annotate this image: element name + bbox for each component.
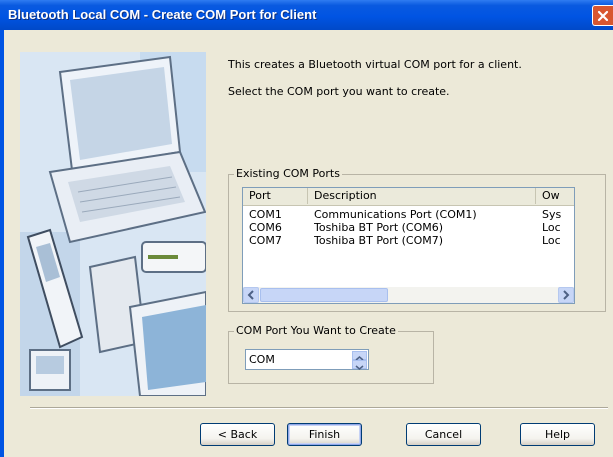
description-cell: Communications Port (COM1) bbox=[314, 208, 477, 221]
close-icon bbox=[597, 10, 609, 22]
description-cell: Toshiba BT Port (COM6) bbox=[314, 221, 444, 234]
owner-cell: Sys bbox=[542, 208, 562, 221]
scroll-thumb[interactable] bbox=[260, 288, 388, 302]
create-port-label: COM Port You Want to Create bbox=[234, 324, 398, 337]
scroll-right-icon bbox=[563, 290, 570, 300]
cancel-button[interactable]: Cancel bbox=[406, 423, 481, 446]
description-cell: Toshiba BT Port (COM7) bbox=[314, 234, 444, 247]
owner-cell: Loc bbox=[542, 221, 561, 234]
title-bar[interactable]: Bluetooth Local COM - Create COM Port fo… bbox=[0, 0, 613, 30]
window-title: Bluetooth Local COM - Create COM Port fo… bbox=[8, 7, 317, 22]
close-button[interactable] bbox=[592, 5, 613, 26]
finish-button[interactable]: Finish bbox=[287, 423, 362, 446]
existing-ports-list[interactable]: Port Description Ow COM1 Communications … bbox=[242, 187, 575, 304]
instruction-text: Select the COM port you want to create. bbox=[228, 85, 450, 98]
com-port-stepper[interactable] bbox=[245, 349, 369, 370]
wizard-illustration bbox=[20, 52, 206, 396]
column-header-owner[interactable]: Ow bbox=[536, 188, 574, 204]
scroll-left-icon bbox=[247, 290, 254, 300]
existing-ports-label: Existing COM Ports bbox=[234, 167, 342, 180]
horizontal-scrollbar[interactable] bbox=[243, 287, 574, 303]
table-row[interactable]: COM1 Communications Port (COM1) Sys bbox=[243, 208, 574, 221]
port-cell: COM6 bbox=[249, 221, 282, 234]
column-header-description[interactable]: Description bbox=[308, 188, 536, 204]
button-separator bbox=[30, 407, 608, 409]
spin-down-button[interactable] bbox=[352, 360, 367, 370]
spin-up-button[interactable] bbox=[352, 351, 367, 361]
column-header-port[interactable]: Port bbox=[243, 188, 308, 204]
scroll-left-button[interactable] bbox=[243, 287, 259, 303]
table-row[interactable]: COM6 Toshiba BT Port (COM6) Loc bbox=[243, 221, 574, 234]
spin-down-icon bbox=[355, 365, 364, 370]
port-cell: COM1 bbox=[249, 208, 282, 221]
dialog-window: Bluetooth Local COM - Create COM Port fo… bbox=[0, 0, 613, 457]
list-header: Port Description Ow bbox=[243, 188, 574, 206]
com-port-input[interactable] bbox=[249, 353, 344, 367]
port-cell: COM7 bbox=[249, 234, 282, 247]
window-frame bbox=[0, 30, 4, 457]
owner-cell: Loc bbox=[542, 234, 561, 247]
back-button[interactable]: < Back bbox=[200, 423, 275, 446]
intro-text: This creates a Bluetooth virtual COM por… bbox=[228, 58, 522, 71]
table-row[interactable]: COM7 Toshiba BT Port (COM7) Loc bbox=[243, 234, 574, 247]
scroll-right-button[interactable] bbox=[558, 287, 574, 303]
help-button[interactable]: Help bbox=[520, 423, 595, 446]
